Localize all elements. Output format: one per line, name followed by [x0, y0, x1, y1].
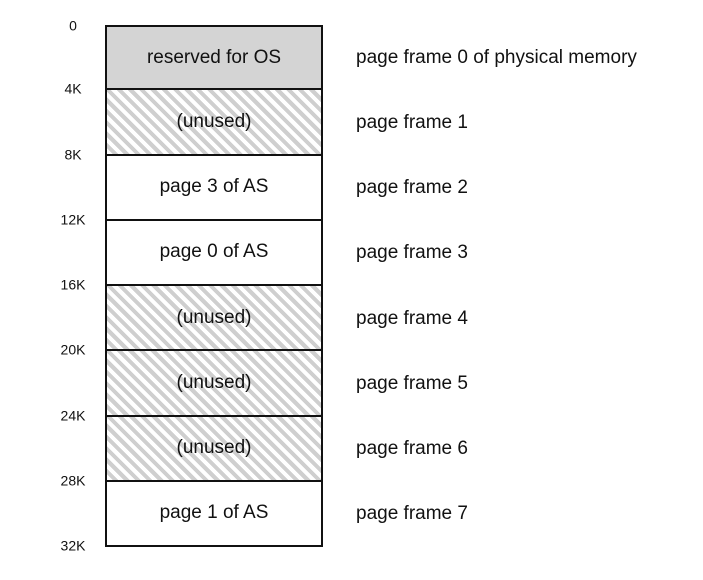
frame-content: (unused): [176, 437, 252, 459]
page-frame-3: page 0 of AS: [105, 218, 323, 286]
frame-label: page frame 0 of physical memory: [356, 46, 637, 68]
frame-label: page frame 2: [356, 177, 468, 199]
frame-content: (unused): [176, 110, 252, 132]
frame-content: reserved for OS: [146, 46, 282, 68]
frame-label: page frame 4: [356, 307, 468, 329]
page-frame-1: (unused): [105, 88, 323, 156]
frame-content: (unused): [176, 306, 252, 328]
frame-content: page 1 of AS: [159, 502, 269, 524]
frame-label: page frame 1: [356, 111, 468, 133]
address-label: 28K: [60, 472, 86, 489]
frame-content: page 0 of AS: [159, 241, 269, 263]
page-frame-5: (unused): [105, 349, 323, 417]
page-frame-4: (unused): [105, 284, 323, 352]
page-frame-6: (unused): [105, 414, 323, 482]
page-frame-2: page 3 of AS: [105, 153, 323, 221]
frame-label: page frame 7: [356, 503, 468, 525]
address-label: 16K: [60, 276, 86, 293]
address-label: 32K: [60, 537, 86, 554]
frame-label: page frame 5: [356, 372, 468, 394]
address-label: 12K: [60, 211, 86, 228]
frame-label: page frame 3: [356, 242, 468, 264]
frame-label: page frame 6: [356, 438, 468, 460]
page-frame-0: reserved for OS: [105, 25, 323, 91]
address-label: 4K: [64, 80, 82, 97]
address-label: 8K: [64, 145, 82, 162]
frame-content: page 3 of AS: [159, 176, 269, 198]
address-label: 20K: [60, 341, 86, 358]
frame-content: (unused): [176, 371, 252, 393]
address-label: 0: [69, 17, 77, 34]
page-frame-7: page 1 of AS: [105, 479, 323, 547]
address-label: 24K: [60, 406, 86, 423]
